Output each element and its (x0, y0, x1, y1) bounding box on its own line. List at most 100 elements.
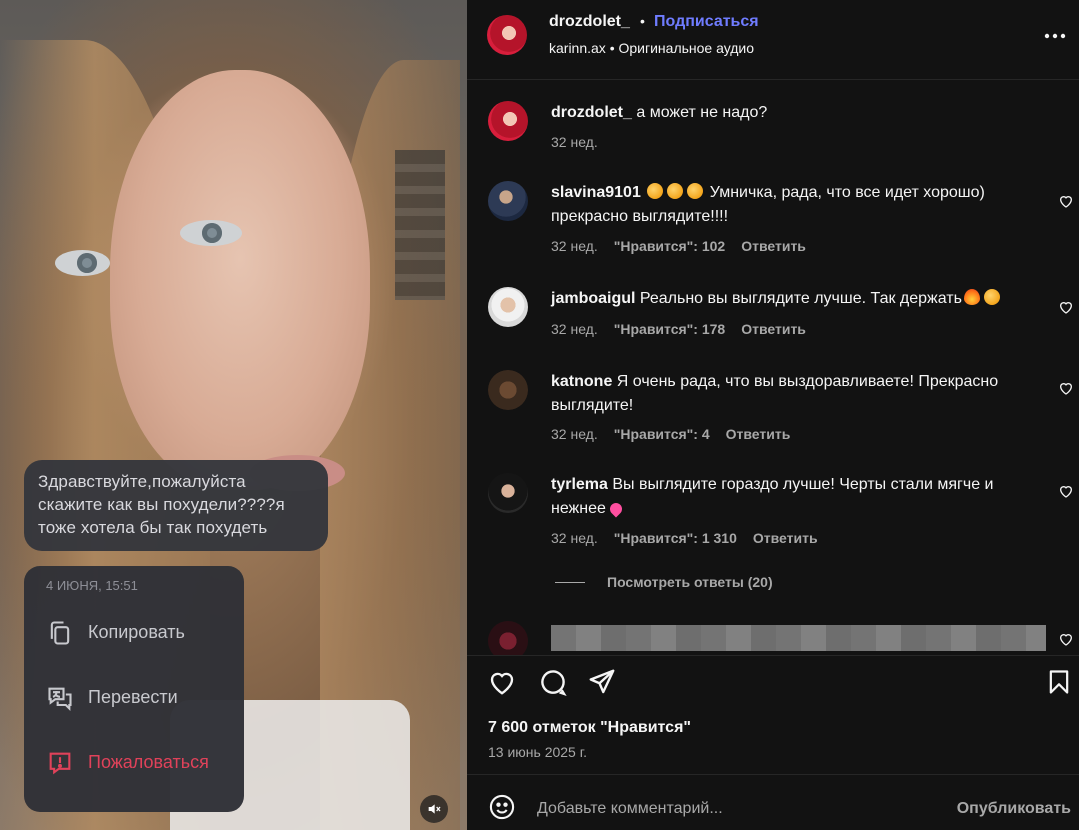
comment-likes[interactable]: "Нравится": 102 (614, 238, 725, 254)
comment-meta: 32 нед. "Нравится": 4 Ответить (551, 426, 790, 442)
like-button[interactable] (486, 666, 518, 698)
clapping-hands-icon (667, 183, 684, 199)
muted-speaker-icon (428, 804, 441, 814)
comment-likes[interactable]: "Нравится": 178 (614, 321, 725, 337)
comment-icon (541, 670, 567, 697)
report-label: Пожаловаться (88, 752, 209, 772)
avatar[interactable] (488, 621, 528, 655)
comment-likes[interactable]: "Нравится": 1 310 (614, 530, 737, 546)
comment-time[interactable]: 32 нед. (551, 426, 598, 442)
comment-meta: 32 нед. "Нравится": 178 Ответить (551, 321, 806, 337)
message-context-menu: 4 ИЮНЯ, 15:51 Копировать Перевести Пожал… (24, 566, 244, 812)
video-frame-background-poster (395, 150, 445, 300)
follow-button[interactable]: Подписаться (654, 13, 759, 31)
dm-message-bubble: Здравствуйте,пожалуйста скажите как вы п… (24, 460, 328, 551)
heart-icon[interactable] (1058, 380, 1074, 396)
comment-input[interactable] (537, 797, 917, 821)
comment-button[interactable] (537, 666, 569, 698)
heart-icon[interactable] (1058, 483, 1074, 499)
comment-time[interactable]: 32 нед. (551, 134, 598, 150)
reply-button[interactable]: Ответить (726, 426, 791, 442)
comment-text: Реально вы выглядите лучше. Так держать (639, 290, 962, 307)
comment-username[interactable]: drozdolet_ (551, 104, 632, 121)
reel-video[interactable]: Здравствуйте,пожалуйста скажите как вы п… (0, 0, 467, 830)
smiley-icon (489, 794, 515, 820)
more-horizontal-icon (1044, 33, 1066, 39)
comment-username[interactable]: slavina9101 (551, 184, 641, 201)
comment-body: katnone Я очень рада, что вы выздоравлив… (551, 370, 1029, 418)
likes-count[interactable]: 7 600 отметок "Нравится" (488, 719, 691, 737)
author-avatar[interactable] (487, 15, 527, 55)
comment-time[interactable]: 32 нед. (551, 321, 598, 337)
replies-divider (555, 581, 585, 583)
comment-meta: 32 нед. "Нравится": 1 310 Ответить (551, 530, 818, 546)
reply-button[interactable]: Ответить (753, 530, 818, 546)
emoji-picker-button[interactable] (486, 791, 518, 823)
message-date: 4 ИЮНЯ, 15:51 (46, 578, 138, 593)
dm-message-text: Здравствуйте,пожалуйста скажите как вы п… (38, 472, 285, 537)
view-replies-button[interactable]: Посмотреть ответы (20) (555, 574, 773, 590)
comment-text: Я очень рада, что вы выздоравливаете! Пр… (551, 373, 999, 414)
heart-icon (490, 672, 514, 695)
translate-icon (48, 687, 72, 711)
clapping-hands-icon (983, 289, 1000, 305)
comment-likes[interactable]: "Нравится": 4 (614, 426, 710, 442)
audio-user[interactable]: karinn.ax (549, 40, 606, 56)
post-comment-button[interactable]: Опубликовать (957, 800, 1071, 818)
post-header: drozdolet_ • Подписаться karinn.ax • Ори… (467, 0, 1079, 80)
share-button[interactable] (586, 666, 618, 698)
heart-icon[interactable] (1058, 299, 1074, 315)
reply-button[interactable]: Ответить (741, 238, 806, 254)
avatar[interactable] (488, 473, 528, 513)
video-frame-eye (180, 220, 242, 246)
comment-body: tyrlema Вы выглядите гораздо лучше! Черт… (551, 473, 1029, 521)
blurred-comment-text (551, 625, 1046, 651)
pink-heart-icon (607, 500, 625, 518)
clapping-hands-icon (687, 183, 704, 199)
view-replies-label: Посмотреть ответы (20) (607, 574, 773, 590)
caption-body: drozdolet_ а может не надо? (551, 101, 1029, 125)
audio-link[interactable]: Оригинальное аудио (619, 40, 755, 56)
report-menu-item[interactable]: Пожаловаться (24, 730, 244, 795)
clapping-hands-icon (647, 183, 664, 199)
avatar[interactable] (488, 181, 528, 221)
comment-time[interactable]: 32 нед. (551, 238, 598, 254)
add-comment-bar: Опубликовать (467, 774, 1079, 830)
comment-body: slavina9101 Умничка, рада, что все идет … (551, 181, 1029, 229)
post-side-panel: drozdolet_ • Подписаться karinn.ax • Ори… (467, 0, 1079, 830)
author-username[interactable]: drozdolet_ (549, 13, 630, 31)
avatar[interactable] (488, 101, 528, 141)
more-options-button[interactable] (1043, 24, 1067, 48)
comment-username[interactable]: jamboaigul (551, 290, 635, 307)
comment-username[interactable]: tyrlema (551, 476, 608, 493)
caption-text: а может не надо? (636, 104, 768, 121)
save-button[interactable] (1043, 666, 1075, 698)
copy-icon (50, 620, 70, 645)
heart-icon[interactable] (1058, 193, 1074, 209)
post-date[interactable]: 13 июнь 2025 г. (488, 744, 587, 760)
avatar[interactable] (488, 370, 528, 410)
mute-toggle-button[interactable] (420, 795, 448, 823)
comment-time[interactable]: 32 нед. (551, 530, 598, 546)
video-frame-face (55, 70, 370, 491)
copy-label: Копировать (88, 622, 185, 642)
fire-icon (963, 289, 980, 305)
caption-meta: 32 нед. (551, 134, 598, 150)
comment-meta: 32 нед. "Нравится": 102 Ответить (551, 238, 806, 254)
header-separator: • (640, 13, 645, 29)
comments-list[interactable]: drozdolet_ а может не надо? 32 нед. slav… (467, 81, 1079, 655)
comment-body: jamboaigul Реально вы выглядите лучше. Т… (551, 287, 1029, 311)
translate-label: Перевести (88, 687, 178, 707)
translate-menu-item[interactable]: Перевести (24, 665, 244, 730)
heart-icon[interactable] (1058, 631, 1074, 647)
video-frame-eye (55, 250, 110, 276)
copy-menu-item[interactable]: Копировать (24, 600, 244, 665)
audio-separator: • (609, 40, 615, 56)
avatar[interactable] (488, 287, 528, 327)
report-icon (49, 752, 71, 774)
share-icon (589, 669, 615, 694)
reply-button[interactable]: Ответить (741, 321, 806, 337)
bookmark-icon (1049, 670, 1069, 694)
audio-info: karinn.ax • Оригинальное аудио (549, 40, 754, 56)
comment-username[interactable]: katnone (551, 373, 612, 390)
